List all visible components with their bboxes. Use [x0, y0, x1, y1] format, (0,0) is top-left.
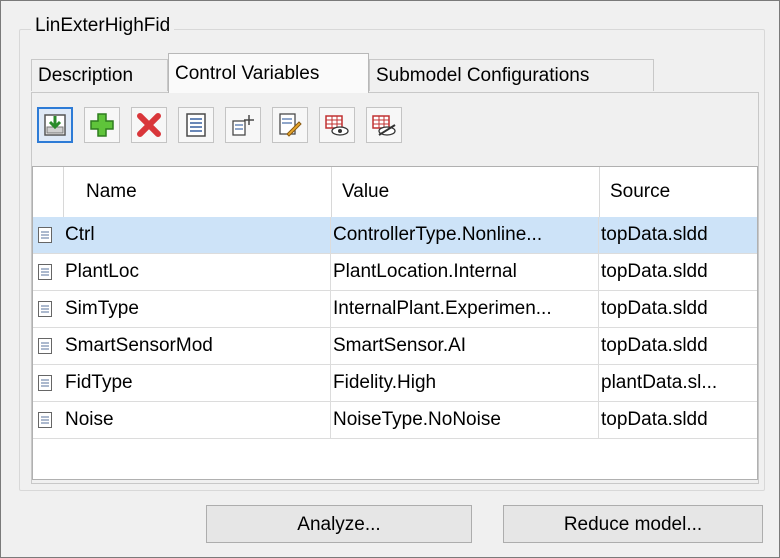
tab-control-variables[interactable]: Control Variables: [168, 53, 369, 93]
variable-icon: [38, 264, 52, 280]
group-title: LinExterHighFid: [31, 15, 175, 37]
variable-icon: [38, 375, 52, 391]
edit-variable-icon: [279, 113, 302, 137]
cell-source: topData.sldd: [601, 335, 708, 356]
cell-source: topData.sldd: [601, 298, 708, 319]
column-header-source[interactable]: Source: [599, 167, 757, 217]
table-row[interactable]: SmartSensorMod SmartSensor.AI topData.sldd: [33, 328, 757, 365]
cell-source: plantData.sl...: [601, 372, 718, 393]
show-table-button[interactable]: [319, 107, 355, 143]
add-variable-button[interactable]: [225, 107, 261, 143]
add-icon: [90, 113, 114, 137]
column-header-value[interactable]: Value: [331, 167, 599, 217]
edit-variable-button[interactable]: [272, 107, 308, 143]
add-button[interactable]: [84, 107, 120, 143]
variable-icon: [38, 227, 52, 243]
cell-source: topData.sldd: [601, 261, 708, 282]
cell-value: PlantLocation.Internal: [331, 254, 599, 290]
variable-button[interactable]: [178, 107, 214, 143]
delete-button[interactable]: [131, 107, 167, 143]
import-icon: [44, 114, 66, 136]
cell-value: NoiseType.NoNoise: [331, 402, 599, 438]
cell-name: SmartSensorMod: [63, 328, 331, 364]
cell-name: Ctrl: [63, 217, 331, 253]
column-header-name[interactable]: Name: [63, 167, 331, 217]
table-row[interactable]: SimType InternalPlant.Experimen... topData…: [33, 291, 757, 328]
table-row[interactable]: Noise NoiseType.NoNoise topData.sldd: [33, 402, 757, 439]
control-variables-table: Name Value Source Ctrl ControllerType.Non…: [32, 166, 758, 480]
add-variable-icon: [232, 115, 254, 136]
variable-icon: [186, 113, 206, 137]
hide-table-button[interactable]: [366, 107, 402, 143]
control-variables-panel: Name Value Source Ctrl ControllerType.Non…: [31, 92, 759, 484]
show-table-icon: [325, 115, 349, 136]
import-button[interactable]: [37, 107, 73, 143]
cell-source: topData.sldd: [601, 409, 708, 430]
cell-name: Noise: [63, 402, 331, 438]
variable-icon: [38, 338, 52, 354]
variable-icon: [38, 412, 52, 428]
hide-table-icon: [372, 115, 396, 136]
reduce-model-button[interactable]: Reduce model...: [503, 505, 763, 543]
variable-icon: [38, 301, 52, 317]
cell-value: SmartSensor.AI: [331, 328, 599, 364]
cell-source: topData.sldd: [601, 224, 708, 245]
delete-icon: [137, 113, 161, 137]
table-row[interactable]: PlantLoc PlantLocation.Internal topData.sl…: [33, 254, 757, 291]
analyze-button[interactable]: Analyze...: [206, 505, 472, 543]
cell-name: FidType: [63, 365, 331, 401]
table-row[interactable]: FidType Fidelity.High plantData.sl...: [33, 365, 757, 402]
tab-submodel-configurations[interactable]: Submodel Configurations: [369, 59, 654, 91]
table-header: Name Value Source: [33, 167, 757, 218]
cell-name: SimType: [63, 291, 331, 327]
table-row[interactable]: Ctrl ControllerType.Nonline... topData.sld…: [33, 217, 757, 254]
cell-value: Fidelity.High: [331, 365, 599, 401]
cell-value: ControllerType.Nonline...: [331, 217, 599, 253]
cell-value: InternalPlant.Experimen...: [331, 291, 599, 327]
tab-description[interactable]: Description: [31, 59, 168, 91]
dialog-frame: LinExterHighFid Description Control Vari…: [0, 0, 780, 558]
cell-name: PlantLoc: [63, 254, 331, 290]
